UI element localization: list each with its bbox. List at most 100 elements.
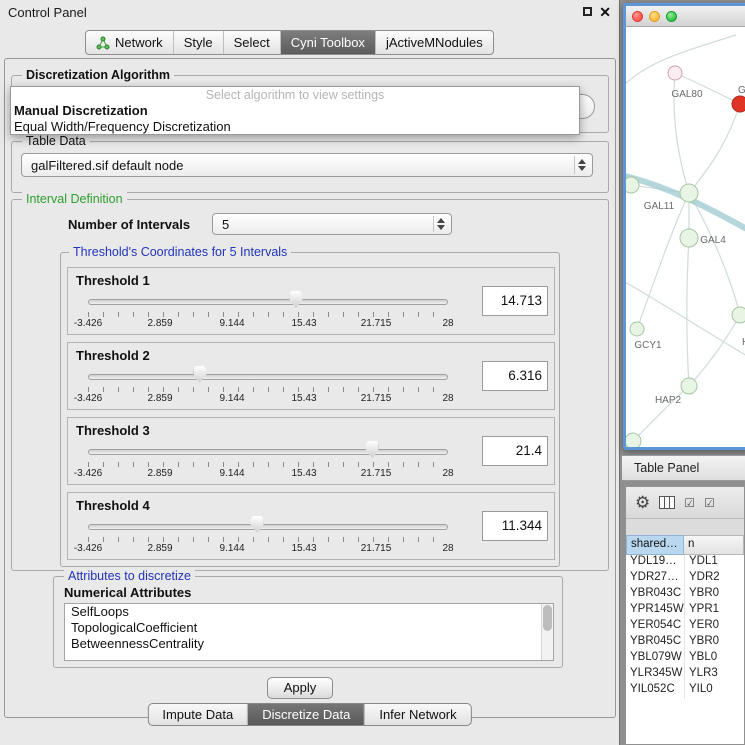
table-cell: YDR2 bbox=[684, 571, 744, 587]
menu-item-equal-width-frequency[interactable]: Equal Width/Frequency Discretization bbox=[11, 119, 579, 135]
table-row[interactable]: YIL052CYIL0 bbox=[626, 683, 744, 699]
tab-style[interactable]: Style bbox=[173, 31, 223, 54]
table-body[interactable]: YDL19…YDL1YDR27…YDR2YBR043CYBR0YPR145WYP… bbox=[626, 555, 744, 744]
panel-title: Control Panel bbox=[8, 5, 87, 20]
node-gal11[interactable] bbox=[680, 184, 698, 202]
checkbox-icon[interactable]: ☑ bbox=[684, 497, 695, 509]
table-column-headers: shared… n bbox=[626, 535, 744, 555]
number-of-intervals-combobox[interactable]: 5 bbox=[212, 213, 452, 235]
threshold-slider[interactable]: -3.4262.8599.14415.4321.71528 bbox=[88, 343, 448, 411]
network-icon bbox=[96, 36, 110, 50]
interval-definition-group: Interval Definition Number of Intervals … bbox=[11, 199, 609, 571]
scale-label: -3.426 bbox=[74, 393, 102, 404]
slider-track bbox=[88, 374, 448, 380]
control-panel: Control Panel ✕ Network Style Select Cyn… bbox=[0, 0, 620, 745]
scale-label: 2.859 bbox=[147, 543, 172, 554]
close-icon[interactable]: ✕ bbox=[599, 4, 611, 21]
node[interactable] bbox=[626, 177, 639, 193]
zoom-traffic-light-icon[interactable] bbox=[666, 11, 677, 22]
scale-label: -3.426 bbox=[74, 318, 102, 329]
table-row[interactable]: YBR043CYBR0 bbox=[626, 587, 744, 603]
threshold-value-field[interactable]: 6.316 bbox=[482, 361, 548, 391]
node-gcy1[interactable] bbox=[630, 322, 644, 336]
table-row[interactable]: YLR345WYLR3 bbox=[626, 667, 744, 683]
table-row[interactable]: YBL079WYBL0 bbox=[626, 651, 744, 667]
bottom-tabbar: Impute Data Discretize Data Infer Networ… bbox=[147, 703, 471, 726]
tab-select[interactable]: Select bbox=[223, 31, 280, 54]
scale-label: 2.859 bbox=[147, 318, 172, 329]
attribute-item[interactable]: SelfLoops bbox=[65, 604, 553, 620]
table-cell: YBR043C bbox=[626, 587, 684, 603]
network-window-titlebar[interactable] bbox=[626, 6, 745, 27]
tab-label: Cyni Toolbox bbox=[291, 35, 365, 50]
table-row[interactable]: YPR145WYPR1 bbox=[626, 603, 744, 619]
node-label-gcy1: GCY1 bbox=[634, 340, 662, 351]
scale-label: 21.715 bbox=[361, 393, 392, 404]
node-gal80[interactable] bbox=[668, 66, 682, 80]
thresholds-group-title: Threshold's Coordinates for 5 Intervals bbox=[69, 245, 291, 259]
threshold-slider[interactable]: -3.4262.8599.14415.4321.71528 bbox=[88, 418, 448, 486]
scale-label: 21.715 bbox=[361, 318, 392, 329]
node[interactable] bbox=[626, 433, 641, 447]
table-cell: YDR27… bbox=[626, 571, 684, 587]
threshold-slider[interactable]: -3.4262.8599.14415.4321.71528 bbox=[88, 493, 448, 561]
table-cell: YBR045C bbox=[626, 635, 684, 651]
slider-thumb[interactable] bbox=[289, 291, 302, 308]
attribute-item[interactable]: TopologicalCoefficient bbox=[65, 620, 553, 636]
scale-label: 15.43 bbox=[291, 468, 316, 479]
slider-thumb[interactable] bbox=[193, 366, 206, 383]
checkbox-icon[interactable]: ☑ bbox=[704, 497, 715, 509]
columns-icon[interactable] bbox=[659, 496, 675, 509]
table-cell: YDL1 bbox=[684, 555, 744, 571]
scale-label: 28 bbox=[442, 393, 453, 404]
tab-jactivemnodules[interactable]: jActiveMNodules bbox=[375, 31, 493, 54]
tab-infer-network[interactable]: Infer Network bbox=[364, 704, 470, 725]
network-view-window[interactable]: GAL80 GA GAL11 GAL4 GCY1 HAP2 H bbox=[623, 3, 745, 450]
scale-label: 15.43 bbox=[291, 543, 316, 554]
algorithm-group-label: Discretization Algorithm bbox=[22, 68, 174, 82]
float-panel-icon[interactable] bbox=[583, 7, 592, 16]
tab-label: Style bbox=[184, 35, 213, 50]
column-header-shared-name[interactable]: shared… bbox=[626, 535, 684, 555]
slider-thumb[interactable] bbox=[251, 516, 264, 533]
slider-scale: -3.4262.8599.14415.4321.71528 bbox=[88, 543, 448, 555]
gear-icon[interactable]: ⚙ bbox=[635, 494, 650, 511]
tab-label: jActiveMNodules bbox=[386, 35, 483, 50]
apply-button[interactable]: Apply bbox=[267, 677, 333, 699]
node-gal4[interactable] bbox=[680, 229, 698, 247]
scale-label: 28 bbox=[442, 543, 453, 554]
table-row[interactable]: YER054CYER0 bbox=[626, 619, 744, 635]
minimize-traffic-light-icon[interactable] bbox=[649, 11, 660, 22]
column-header-name[interactable]: n bbox=[684, 535, 744, 555]
attribute-item[interactable]: BetweennessCentrality bbox=[65, 636, 553, 652]
close-traffic-light-icon[interactable] bbox=[632, 11, 643, 22]
scrollbar[interactable] bbox=[541, 604, 553, 660]
scale-label: -3.426 bbox=[74, 468, 102, 479]
node-hap2[interactable] bbox=[681, 378, 697, 394]
threshold-value-field[interactable]: 21.4 bbox=[482, 436, 548, 466]
table-row[interactable]: YBR045CYBR0 bbox=[626, 635, 744, 651]
table-data-combobox[interactable]: galFiltered.sif default node bbox=[21, 153, 593, 177]
node-red[interactable] bbox=[732, 96, 745, 112]
table-spacer bbox=[626, 519, 744, 535]
attributes-list[interactable]: SelfLoopsTopologicalCoefficientBetweenne… bbox=[64, 603, 554, 661]
tab-network[interactable]: Network bbox=[86, 31, 173, 54]
slider-thumb[interactable] bbox=[366, 441, 379, 458]
slider-ticks bbox=[88, 462, 448, 467]
tab-cyni-toolbox[interactable]: Cyni Toolbox bbox=[280, 31, 375, 54]
threshold-value-field[interactable]: 14.713 bbox=[482, 286, 548, 316]
scale-label: 21.715 bbox=[361, 468, 392, 479]
tab-discretize-data[interactable]: Discretize Data bbox=[247, 704, 364, 725]
menu-item-manual-discretization[interactable]: Manual Discretization bbox=[11, 103, 579, 119]
table-row[interactable]: YDR27…YDR2 bbox=[626, 571, 744, 587]
threshold-3-box: Threshold 3 -3.4262.8599.14415.4321.7152… bbox=[67, 417, 555, 485]
tab-impute-data[interactable]: Impute Data bbox=[148, 704, 247, 725]
threshold-value-field[interactable]: 11.344 bbox=[482, 511, 548, 541]
node[interactable] bbox=[732, 307, 745, 323]
scrollbar-thumb[interactable] bbox=[543, 605, 552, 631]
network-canvas[interactable]: GAL80 GA GAL11 GAL4 GCY1 HAP2 H bbox=[626, 27, 745, 447]
threshold-slider[interactable]: -3.4262.8599.14415.4321.71528 bbox=[88, 268, 448, 336]
threshold-1-box: Threshold 1 -3.4262.8599.14415.4321.7152… bbox=[67, 267, 555, 335]
table-row[interactable]: YDL19…YDL1 bbox=[626, 555, 744, 571]
table-cell: YIL0 bbox=[684, 683, 744, 699]
